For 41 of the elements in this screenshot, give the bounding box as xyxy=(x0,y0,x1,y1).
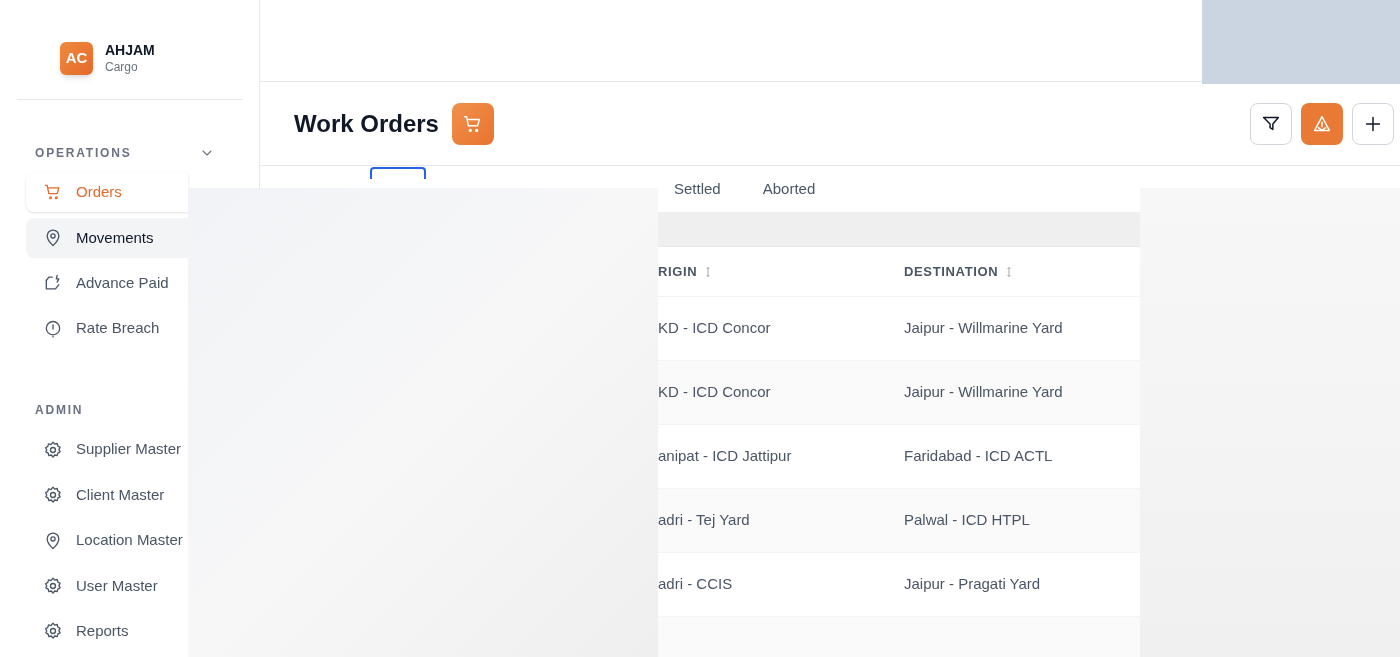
sort-icon xyxy=(1006,265,1013,278)
table-cell-text: Jaipur - Willmarine Yard xyxy=(904,318,1064,339)
settings-icon xyxy=(43,485,63,506)
page-title: Work Orders xyxy=(294,108,439,139)
status-tab[interactable]: Settled xyxy=(674,173,721,205)
settings-icon xyxy=(43,575,63,596)
table-cell-text: KD - ICD Concor xyxy=(658,382,772,403)
table-cell-text: KD - ICD Concor xyxy=(658,318,772,339)
sort-icon xyxy=(705,265,712,278)
table-row[interactable]: KD - ICD Concor Jaipur - Willmarine Yard xyxy=(658,361,1140,425)
sidebar-item[interactable]: Movements xyxy=(26,218,188,258)
settings-icon xyxy=(43,621,63,642)
sidebar-item[interactable]: Reports xyxy=(26,611,188,652)
sidebar-item[interactable]: Rate Breach xyxy=(26,308,188,349)
sidebar-item[interactable]: Advance Paid xyxy=(26,263,188,303)
table-cell-text: Faridabad - ICD ACTL xyxy=(904,446,1054,467)
sidebar-item[interactable]: Location Master xyxy=(26,520,188,561)
table-cell-text: anipat - ICD Jattipur xyxy=(658,446,793,467)
brand-subtitle: Cargo xyxy=(105,59,139,75)
alert-bubble-icon xyxy=(43,318,63,339)
sidebar-item[interactable]: Client Master xyxy=(26,475,188,515)
table-cell-text: Jaipur - Pragati Yard xyxy=(904,574,1042,595)
table-cell-text: Jaipur - Willmarine Yard xyxy=(904,382,1064,403)
alert-button[interactable] xyxy=(1301,102,1343,145)
brand-logo: AC xyxy=(60,42,93,75)
brand-name: AHJAM xyxy=(105,42,155,60)
column-header[interactable]: RIGIN xyxy=(658,261,904,282)
status-tab[interactable]: Aborted xyxy=(762,173,816,205)
table-cell-text: Palwal - ICD HTPL xyxy=(904,510,1031,531)
sidebar-item[interactable]: User Master xyxy=(26,566,188,606)
column-header[interactable]: DESTINATION xyxy=(904,261,1140,282)
filter-button[interactable] xyxy=(1250,102,1292,145)
section-heading: OPERATIONS xyxy=(35,144,132,162)
section-heading: ADMIN xyxy=(35,402,84,420)
table-cell-text: adri - Tej Yard xyxy=(658,510,751,531)
add-button[interactable] xyxy=(1352,102,1394,145)
table-cell-text: adri - CCIS xyxy=(658,574,734,595)
settings-icon xyxy=(43,439,63,460)
sidebar-item[interactable]: Supplier Master xyxy=(26,430,188,470)
focused-tab-outline xyxy=(370,167,426,179)
table-row[interactable]: adri - Tej Yard Palwal - ICD HTPL xyxy=(658,489,1140,553)
